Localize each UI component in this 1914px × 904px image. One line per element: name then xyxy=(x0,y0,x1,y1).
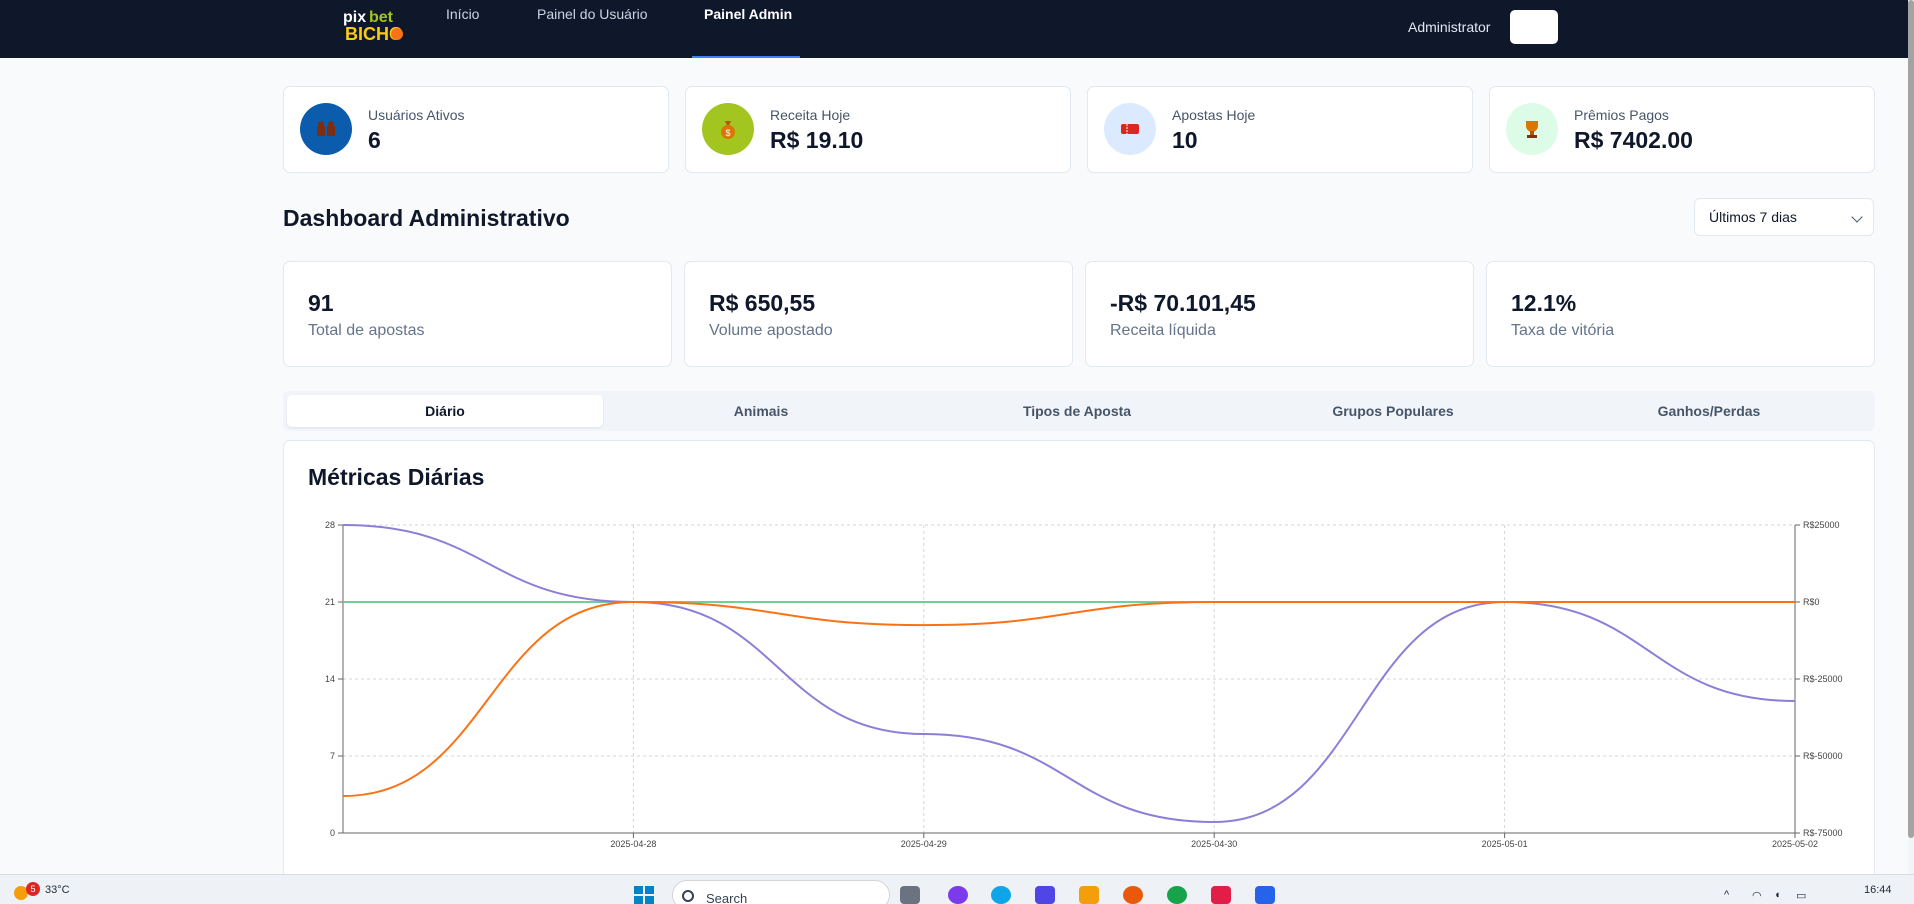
tab-tipos-aposta[interactable]: Tipos de Aposta xyxy=(919,395,1235,427)
copilot-icon[interactable] xyxy=(991,886,1011,904)
svg-text:$: $ xyxy=(725,128,730,138)
stat-value: R$ 19.10 xyxy=(770,127,864,153)
period-select[interactable]: Últimos 7 dias xyxy=(1694,198,1874,236)
tab-diario[interactable]: Diário xyxy=(287,395,603,427)
metric-value: 12.1% xyxy=(1511,290,1577,316)
metric-value: 91 xyxy=(308,290,334,316)
nav-link-painel-usuario[interactable]: Painel do Usuário xyxy=(537,6,648,58)
file-explorer-icon[interactable] xyxy=(1079,886,1099,904)
notepad-icon[interactable] xyxy=(1255,886,1275,904)
money-bag-icon: $ xyxy=(702,103,754,155)
page-title: Dashboard Administrativo xyxy=(283,205,570,231)
snipping-tool-icon[interactable] xyxy=(1211,886,1231,904)
search-icon xyxy=(682,890,694,902)
metric-card-volume: R$ 650,55 Volume apostado xyxy=(684,261,1073,367)
chart-title: Métricas Diárias xyxy=(308,464,485,490)
app-icon[interactable] xyxy=(948,886,968,904)
metric-card-win-rate: 12.1% Taxa de vitória xyxy=(1486,261,1875,367)
taskbar-search-label: Search xyxy=(706,891,748,904)
taskbar-clock[interactable]: 16:44 xyxy=(1864,884,1892,896)
nav-link-inicio[interactable]: Início xyxy=(446,6,479,58)
windows-start-icon[interactable] xyxy=(634,886,654,904)
chart-card xyxy=(283,440,1875,880)
metric-label: Receita líquida xyxy=(1110,322,1216,339)
chevron-down-icon xyxy=(1851,211,1863,223)
firefox-icon[interactable] xyxy=(1123,886,1143,904)
stat-label: Usuários Ativos xyxy=(368,107,465,123)
nav-link-painel-admin[interactable]: Painel Admin xyxy=(704,6,792,58)
wifi-icon[interactable]: ◠ xyxy=(1752,889,1762,902)
metric-value: R$ 650,55 xyxy=(709,290,816,316)
metric-card-total-bets: 91 Total de apostas xyxy=(283,261,672,367)
tab-animais[interactable]: Animais xyxy=(603,395,919,427)
tab-grupos-populares[interactable]: Grupos Populares xyxy=(1235,395,1551,427)
notification-badge: 5 xyxy=(26,882,40,896)
users-icon xyxy=(300,103,352,155)
active-tab-indicator xyxy=(692,56,800,58)
trophy-icon xyxy=(1506,103,1558,155)
stat-label: Prêmios Pagos xyxy=(1574,107,1669,123)
taskbar-search-box[interactable] xyxy=(672,880,890,904)
stat-label: Receita Hoje xyxy=(770,107,851,123)
volume-icon[interactable]: ◖ xyxy=(1774,889,1781,901)
metric-label: Total de apostas xyxy=(308,322,425,339)
ticket-icon xyxy=(1104,103,1156,155)
task-view-icon[interactable] xyxy=(900,886,920,904)
teams-icon[interactable] xyxy=(1035,886,1055,904)
period-select-value: Últimos 7 dias xyxy=(1709,209,1797,225)
stat-card-prizes-paid: Prêmios Pagos R$ 7402.00 xyxy=(1489,86,1875,173)
stat-value: 10 xyxy=(1172,127,1198,153)
chrome-icon[interactable] xyxy=(1167,886,1187,904)
metric-value: -R$ 70.101,45 xyxy=(1110,290,1256,316)
metric-card-net-revenue: -R$ 70.101,45 Receita líquida xyxy=(1085,261,1474,367)
report-tabs: Diário Animais Tipos de Aposta Grupos Po… xyxy=(283,391,1875,431)
chevron-up-icon[interactable]: ^ xyxy=(1724,889,1729,901)
battery-icon[interactable]: ▭ xyxy=(1796,889,1806,902)
page-scrollbar-thumb[interactable] xyxy=(1908,0,1914,838)
tab-ganhos-perdas[interactable]: Ganhos/Perdas xyxy=(1551,395,1867,427)
top-navbar xyxy=(0,0,1908,58)
logout-button[interactable] xyxy=(1510,10,1558,44)
stat-card-bets-today: Apostas Hoje 10 xyxy=(1087,86,1473,173)
stat-value: R$ 7402.00 xyxy=(1574,127,1693,153)
metric-label: Volume apostado xyxy=(709,322,833,339)
metric-label: Taxa de vitória xyxy=(1511,322,1615,339)
stat-label: Apostas Hoje xyxy=(1172,107,1256,123)
stat-card-revenue-today: $ Receita Hoje R$ 19.10 xyxy=(685,86,1071,173)
user-name: Administrator xyxy=(1408,19,1491,35)
stat-card-active-users: Usuários Ativos 6 xyxy=(283,86,669,173)
stat-value: 6 xyxy=(368,127,381,153)
weather-temperature[interactable]: 33°C xyxy=(45,884,70,896)
pixbet-bicho-logo[interactable]: pix bet BICHO xyxy=(341,4,405,46)
